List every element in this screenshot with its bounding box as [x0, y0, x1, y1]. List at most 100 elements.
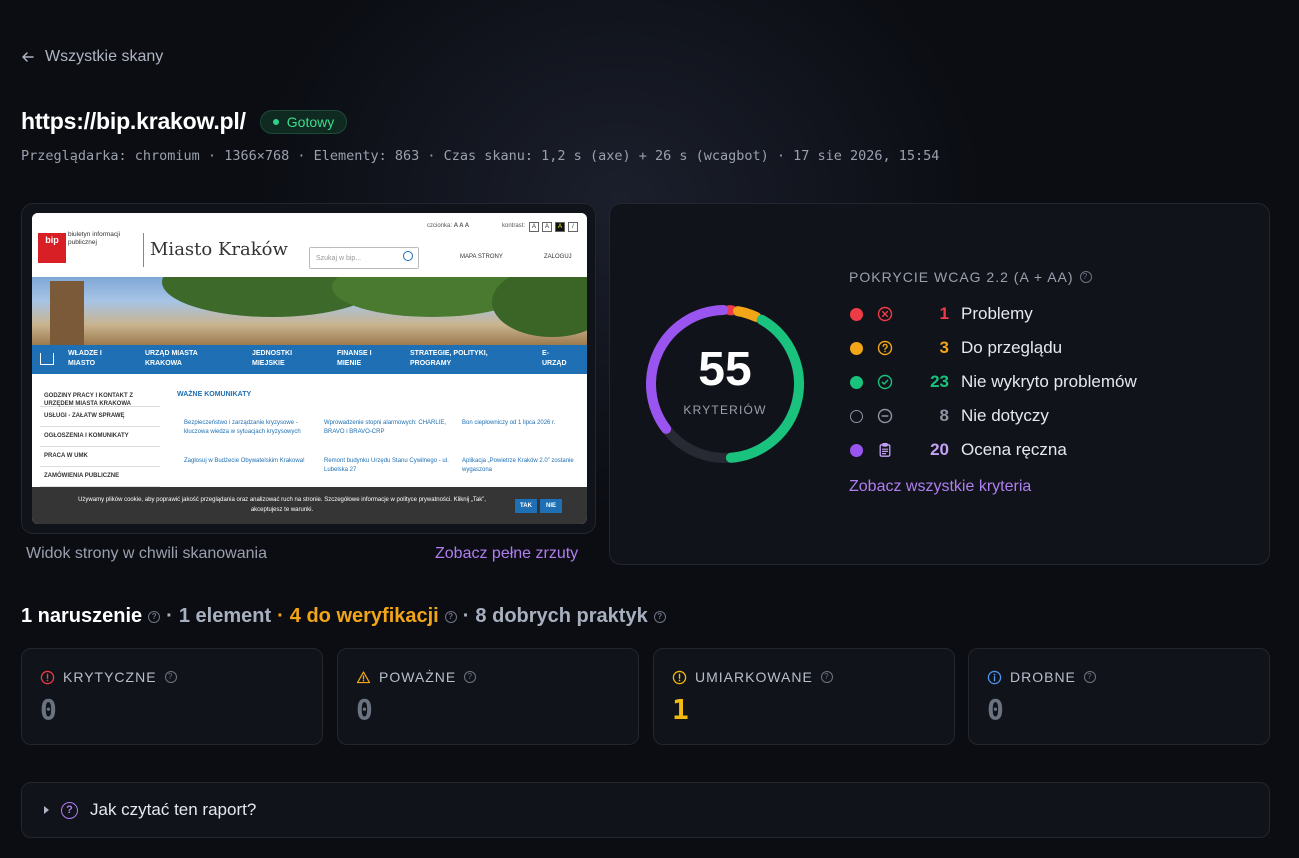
page-screenshot[interactable]: bip biuletyn informacji publicznej Miast… [32, 213, 587, 524]
font-size-label: czcionka: A A A [427, 223, 470, 229]
logo-divider [143, 233, 144, 267]
verify-count: 4 do weryfikacji [289, 605, 439, 627]
question-circle-icon [877, 340, 893, 356]
severity-label: DROBNE [1010, 669, 1076, 685]
severity-label: POWAŻNE [379, 669, 457, 685]
how-to-read-toggle[interactable]: ? Jak czytać ten raport? [21, 782, 1270, 838]
site-hero-image [32, 277, 587, 345]
coverage-count: 3 [939, 338, 949, 357]
help-icon[interactable]: ? [1079, 271, 1092, 283]
cookie-text: Używamy plików cookie, aby poprawić jako… [78, 497, 486, 513]
legend-dot [850, 375, 863, 389]
question-circle-icon: ? [61, 801, 78, 819]
clipboard-icon [879, 443, 891, 457]
full-screenshots-link[interactable]: Zobacz pełne zrzuty [435, 545, 578, 563]
coverage-label: Nie wykryto problemów [961, 372, 1137, 391]
site-nav-item: STRATEGIE, POLITYKI, PROGRAMY [410, 350, 488, 367]
severity-label: KRYTYCZNE [63, 669, 157, 685]
hero-tower [50, 281, 84, 345]
site-nav-item: JEDNOSTKI MIEJSKIE [252, 350, 293, 367]
site-home-icon [40, 353, 54, 365]
legend-dot [850, 307, 863, 321]
info-circle-icon [987, 670, 1002, 684]
coverage-label: Problemy [961, 304, 1033, 323]
legend-dot [850, 443, 863, 457]
help-icon[interactable]: ? [444, 610, 457, 623]
contrast-option: / [568, 222, 578, 232]
contrast-label: kontrast: [502, 223, 526, 229]
help-icon[interactable]: ? [820, 671, 833, 683]
coverage-label: Ocena ręczna [961, 440, 1067, 459]
severity-value: 0 [40, 693, 57, 726]
severity-card-moderate[interactable]: UMIARKOWANE ? 1 [653, 648, 955, 745]
summary-separator: · [166, 605, 173, 627]
coverage-label: Do przeglądu [961, 338, 1063, 357]
site-nav-item: FINANSE I MIENIE [337, 350, 372, 367]
criteria-total-label: KRYTERIÓW [683, 403, 767, 417]
coverage-count: 1 [939, 304, 949, 323]
coverage-row-passed[interactable]: 23 Nie wykryto problemów [849, 370, 1137, 394]
screenshot-caption: Widok strony w chwili skanowania [26, 545, 267, 562]
site-news-heading: WAŻNE KOMUNIKATY [177, 391, 252, 398]
cookie-no-button: NIE [540, 499, 562, 513]
minus-circle-icon [877, 408, 893, 424]
screenshot-card: bip biuletyn informacji publicznej Miast… [21, 203, 596, 534]
site-news-item: Bezpieczeństwo i zarządzanie kryzysowe -… [184, 420, 301, 435]
results-summary: 1 naruszenie ? · 1 element · 4 do weryfi… [21, 605, 666, 628]
coverage-row-problems[interactable]: 1 Problemy [849, 302, 1033, 326]
all-criteria-link[interactable]: Zobacz wszystkie kryteria [849, 478, 1031, 496]
hero-tree [492, 277, 587, 337]
check-circle-icon [877, 374, 893, 390]
site-nav-item: WŁADZE I MIASTO [68, 350, 102, 367]
coverage-row-manual[interactable]: 20 Ocena ręczna [849, 438, 1067, 462]
site-side-item: ZAMÓWIENIA PUBLICZNE [40, 467, 160, 487]
severity-card-minor[interactable]: DROBNE ? 0 [968, 648, 1270, 745]
help-icon[interactable]: ? [464, 671, 477, 683]
site-sidebar: GODZINY PRACY I KONTAKT Z URZĘDEM MIASTA… [40, 387, 160, 487]
how-to-read-label: Jak czytać ten raport? [90, 800, 257, 819]
elements-count: 1 element [178, 605, 272, 627]
arrow-left-icon [22, 52, 34, 62]
severity-card-serious[interactable]: POWAŻNE ? 0 [337, 648, 639, 745]
cookie-yes-button: TAK [515, 499, 537, 513]
coverage-count: 8 [939, 406, 949, 425]
help-icon[interactable]: ? [164, 671, 177, 683]
legend-dot [850, 341, 863, 355]
site-nav-item: URZĄD MIASTA KRAKOWA [145, 350, 198, 367]
coverage-label: Nie dotyczy [961, 406, 1049, 425]
severity-card-critical[interactable]: KRYTYCZNE ? 0 [21, 648, 323, 745]
coverage-title: POKRYCIE WCAG 2.2 (A + AA) ? [849, 269, 1092, 285]
site-header: bip biuletyn informacji publicznej Miast… [32, 213, 587, 277]
bip-subtitle: biuletyn informacji publicznej [68, 231, 121, 246]
contrast-option: A [529, 222, 539, 232]
coverage-row-na[interactable]: 8 Nie dotyczy [849, 404, 1049, 428]
scan-meta: Przeglądarka: chromium · 1366×768 · Elem… [21, 148, 940, 164]
summary-separator: · [462, 605, 470, 627]
status-dot [272, 118, 279, 125]
site-side-item: USŁUGI - ZAŁATW SPRAWĘ [40, 407, 160, 427]
coverage-count: 23 [930, 372, 949, 391]
back-link[interactable]: Wszystkie skany [21, 48, 163, 66]
help-icon[interactable]: ? [653, 610, 666, 623]
coverage-row-review[interactable]: 3 Do przeglądu [849, 336, 1062, 360]
bip-logo-text: bip [45, 235, 59, 245]
severity-label: UMIARKOWANE [695, 669, 813, 685]
site-news-item: Wprowadzenie stopni alarmowych: CHARLIE,… [324, 420, 447, 435]
site-news-item: Aplikacja „Powietrze Kraków 2.0” zostani… [462, 458, 574, 473]
criteria-total: 55 [698, 343, 752, 396]
title-row: https://bip.krakow.pl/ Gotowy [21, 108, 348, 135]
donut-segment [733, 306, 762, 322]
coverage-count: 20 [930, 440, 949, 459]
site-news-item: Bon ciepłowniczy od 1 lipca 2026 r. [462, 420, 556, 426]
contrast-option: A [542, 222, 552, 232]
site-side-item: PRACA W UMK [40, 447, 160, 467]
help-icon[interactable]: ? [148, 610, 161, 623]
site-cookie-bar: Używamy plików cookie, aby poprawić jako… [32, 487, 587, 524]
page-title: https://bip.krakow.pl/ [21, 108, 246, 134]
help-icon[interactable]: ? [1083, 671, 1096, 683]
status-label: Gotowy [286, 113, 335, 130]
status-badge: Gotowy [259, 109, 348, 134]
coverage-title-text: POKRYCIE WCAG 2.2 (A + AA) [849, 269, 1074, 285]
site-side-item: GODZINY PRACY I KONTAKT Z URZĘDEM MIASTA… [40, 387, 160, 407]
back-label: Wszystkie skany [45, 48, 164, 65]
